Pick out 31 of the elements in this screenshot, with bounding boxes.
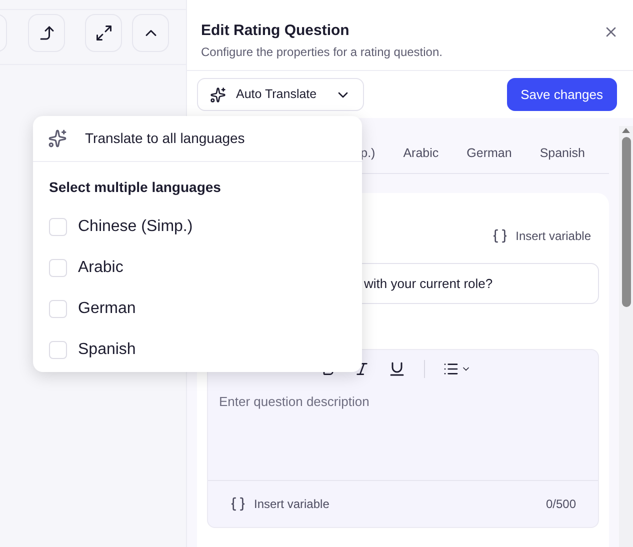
menu-item[interactable]: Translate to all languages <box>33 116 362 162</box>
character-counter: 0/500 <box>546 496 576 513</box>
panel-title: Edit Rating Question <box>201 21 350 41</box>
language-tab[interactable]: Arabic <box>403 144 439 163</box>
italic-icon[interactable] <box>354 360 370 377</box>
auto-translate-button[interactable]: Auto Translate <box>197 78 364 111</box>
language-option[interactable]: German <box>78 298 136 320</box>
language-tab[interactable]: German <box>466 144 512 163</box>
menu-heading: Select multiple languages <box>48 178 222 197</box>
list-icon[interactable] <box>443 360 471 377</box>
description-editor[interactable]: Enter question description Insert variable 0/500 <box>207 348 599 528</box>
language-tab[interactable]: Spanish <box>540 144 585 163</box>
expand-icon[interactable] <box>85 14 122 52</box>
checkbox[interactable] <box>49 300 67 318</box>
language-option[interactable]: Chinese (Simp.) <box>78 216 193 238</box>
underline-icon[interactable] <box>388 360 406 378</box>
panel-subtitle: Configure the properties for a rating question. <box>201 44 442 60</box>
checkbox[interactable] <box>49 218 67 236</box>
braces-icon <box>230 496 246 512</box>
corner-up-icon[interactable] <box>28 14 65 52</box>
insert-variable-link[interactable]: Insert variable <box>254 494 330 513</box>
language-option[interactable]: Spanish <box>78 339 136 361</box>
insert-variable-link[interactable]: Insert variable <box>516 226 591 245</box>
save-button[interactable]: Save changes <box>506 78 617 111</box>
description-placeholder: Enter question description <box>218 392 370 411</box>
language-option[interactable]: Arabic <box>78 257 124 279</box>
sparkles-icon <box>210 86 226 102</box>
checkbox[interactable] <box>49 259 67 277</box>
sparkles-icon <box>48 129 67 148</box>
braces-icon <box>492 228 508 244</box>
checkbox[interactable] <box>49 341 67 359</box>
